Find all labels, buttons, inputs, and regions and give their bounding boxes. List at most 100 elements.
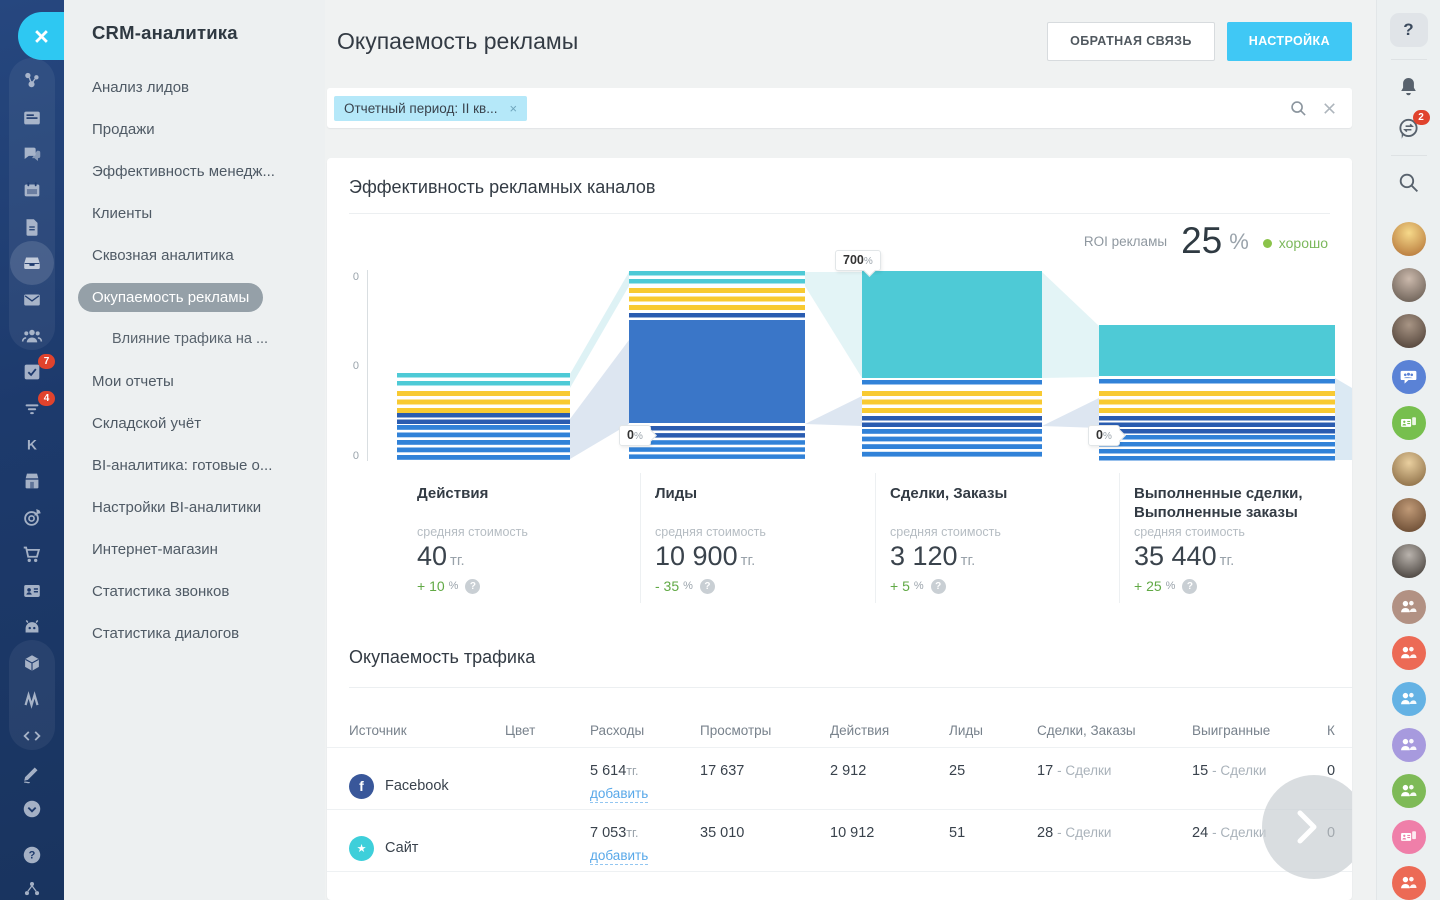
delta-value: - 35: [655, 578, 679, 594]
close-icon: [34, 29, 49, 44]
rail-item-m-logo[interactable]: [0, 682, 64, 718]
avg-cost-label: средняя стоимость: [1134, 525, 1342, 539]
cart-icon: [21, 543, 43, 565]
menu-item-14[interactable]: Статистика диалогов: [64, 612, 325, 654]
traffic-table-header: ИсточникЦветРасходыПросмотрыДействияЛиды…: [327, 714, 1352, 748]
bell-icon: [1396, 74, 1421, 99]
filter-chip[interactable]: Отчетный период: II кв... ×: [334, 96, 527, 121]
stage-stats-row: Действиясредняя стоимость40тг.+ 10%?Лиды…: [327, 473, 1352, 603]
rail-item-mail[interactable]: [0, 281, 64, 317]
people-icon: [1398, 734, 1419, 755]
help-icon[interactable]: ?: [700, 579, 715, 594]
rail-item-document[interactable]: [0, 209, 64, 245]
rail-item-filter[interactable]: 4: [0, 391, 64, 427]
stage-name: Выполненные сделки, Выполненные заказы: [1134, 485, 1342, 525]
help-icon[interactable]: ?: [465, 579, 480, 594]
help-button[interactable]: ?: [1390, 13, 1428, 47]
contacts-avatar[interactable]: [1392, 406, 1426, 440]
rail-item-chevron-down-circle[interactable]: [0, 791, 64, 827]
rail-item-robot[interactable]: [0, 609, 64, 645]
facebook-icon: f: [349, 774, 374, 799]
rail-item-letter-k[interactable]: K: [0, 427, 64, 463]
search-icon: [1396, 170, 1421, 195]
rail-item-store[interactable]: [0, 463, 64, 499]
add-expenses-link[interactable]: добавить: [590, 848, 648, 865]
messenger-button[interactable]: 2: [1392, 113, 1426, 144]
user-avatar[interactable]: [1392, 498, 1426, 532]
contacts-avatar[interactable]: [1392, 820, 1426, 854]
rail-item-network[interactable]: [0, 63, 64, 99]
people-avatar[interactable]: [1392, 866, 1426, 900]
settings-button[interactable]: НАСТРОЙКА: [1227, 22, 1352, 61]
id-card-icon: [21, 580, 43, 602]
browser-card-icon: [21, 107, 43, 129]
filter-bar[interactable]: Отчетный период: II кв... ×: [327, 88, 1352, 128]
people-avatar[interactable]: [1392, 590, 1426, 624]
rail-item-code[interactable]: [0, 718, 64, 754]
help-icon[interactable]: ?: [931, 579, 946, 594]
menu-item-12[interactable]: Интернет-магазин: [64, 528, 325, 570]
rail-item-chat[interactable]: [0, 136, 64, 172]
help-icon[interactable]: ?: [1182, 579, 1197, 594]
menu-item-2[interactable]: Продажи: [64, 108, 325, 150]
rail-item-tasks[interactable]: 7: [0, 354, 64, 390]
close-menu-button[interactable]: [18, 12, 64, 60]
svg-text:0: 0: [353, 271, 359, 283]
deals-note: - Сделки: [1057, 763, 1111, 778]
rail-item-cube[interactable]: [0, 645, 64, 681]
menu-item-6[interactable]: Окупаемость рекламы: [64, 276, 325, 318]
notification-badge: 7: [38, 354, 55, 369]
menu-item-7[interactable]: Влияние трафика на ...: [64, 318, 325, 360]
people-avatar[interactable]: [1392, 636, 1426, 670]
menu-item-5[interactable]: Сквозная аналитика: [64, 234, 325, 276]
menu-item-1[interactable]: Анализ лидов: [64, 66, 325, 108]
rail-item-calendar[interactable]: [0, 172, 64, 208]
rail-item-id-card[interactable]: [0, 572, 64, 608]
rail-item-share[interactable]: [0, 872, 64, 900]
menu-item-10[interactable]: BI-аналитика: готовые о...: [64, 444, 325, 486]
rail-item-browser-card[interactable]: [0, 99, 64, 135]
chat-icon: [21, 143, 43, 165]
avg-cost-label: средняя стоимость: [890, 525, 1109, 539]
menu-item-9[interactable]: Складской учёт: [64, 402, 325, 444]
add-expenses-link[interactable]: добавить: [590, 786, 648, 803]
people-avatar[interactable]: [1392, 682, 1426, 716]
stage-stat-3: Сделки, Заказысредняя стоимость3 120тг.+…: [875, 473, 1119, 603]
rail-item-target[interactable]: [0, 500, 64, 536]
user-avatar[interactable]: [1392, 544, 1426, 578]
group-chat-icon: [1398, 366, 1419, 387]
filter-chip-remove-icon[interactable]: ×: [509, 101, 517, 116]
rail-item-help[interactable]: ?: [0, 838, 64, 872]
rail-item-drawer[interactable]: [0, 245, 64, 281]
cube-icon: [21, 652, 43, 674]
won-note: - Сделки: [1212, 825, 1266, 840]
user-avatar[interactable]: [1392, 268, 1426, 302]
feedback-button[interactable]: ОБРАТНАЯ СВЯЗЬ: [1047, 22, 1215, 61]
help-icon: ?: [21, 844, 43, 866]
rail-item-pen[interactable]: [0, 754, 64, 790]
chevron-down-circle-icon: [21, 798, 43, 820]
currency-label: тг.: [626, 826, 638, 840]
leads-value: 51: [949, 825, 1037, 871]
menu-item-13[interactable]: Статистика звонков: [64, 570, 325, 612]
clear-filter-icon[interactable]: [1321, 100, 1338, 117]
calendar-icon: [21, 179, 43, 201]
group-chat-avatar[interactable]: [1392, 360, 1426, 394]
user-avatar[interactable]: [1392, 222, 1426, 256]
rail-item-people[interactable]: [0, 318, 64, 354]
search-icon[interactable]: [1290, 100, 1307, 117]
user-avatar[interactable]: [1392, 314, 1426, 348]
delta-unit: %: [683, 580, 693, 592]
user-avatar[interactable]: [1392, 452, 1426, 486]
people-avatar[interactable]: [1392, 728, 1426, 762]
people-avatar[interactable]: [1392, 774, 1426, 808]
won-value: 24: [1192, 825, 1208, 841]
rail-item-cart[interactable]: [0, 536, 64, 572]
menu-item-8[interactable]: Мои отчеты: [64, 360, 325, 402]
menu-item-11[interactable]: Настройки BI-аналитики: [64, 486, 325, 528]
menu-item-3[interactable]: Эффективность менедж...: [64, 150, 325, 192]
menu-item-4[interactable]: Клиенты: [64, 192, 325, 234]
column-header: Выигранные: [1192, 723, 1327, 738]
bell-button[interactable]: [1392, 71, 1426, 102]
search-button[interactable]: [1392, 167, 1426, 198]
